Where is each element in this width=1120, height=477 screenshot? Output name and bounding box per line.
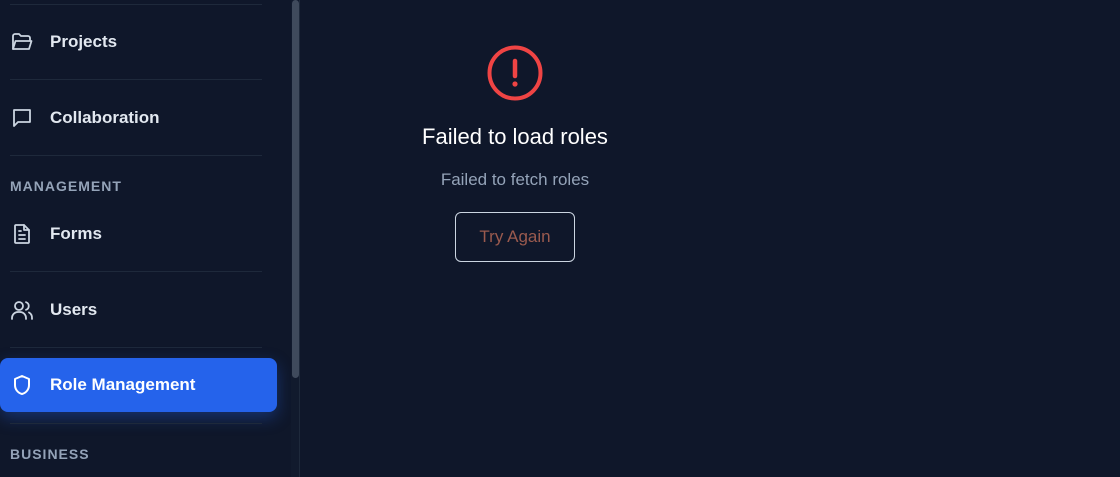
shield-icon [10, 373, 34, 397]
sidebar-divider [10, 347, 262, 348]
sidebar-divider [10, 4, 262, 5]
sidebar-item-label: Users [50, 300, 98, 319]
app-root: Projects Collaboration MANAGEMENT Forms [0, 0, 1120, 477]
section-label-business: BUSINESS [10, 446, 90, 462]
try-again-button[interactable]: Try Again [455, 212, 575, 262]
users-icon [10, 298, 34, 322]
sidebar-item-label: Role Management [50, 375, 196, 394]
alert-circle-icon [486, 44, 544, 102]
main-content: Failed to load roles Failed to fetch rol… [300, 0, 1120, 477]
error-description: Failed to fetch roles [440, 170, 590, 189]
error-title: Failed to load roles [422, 124, 608, 149]
sidebar-item-users[interactable]: Users [0, 283, 277, 337]
sidebar-item-role-management[interactable]: Role Management [0, 358, 277, 412]
error-state: Failed to load roles Failed to fetch rol… [0, 44, 1030, 262]
sidebar-divider [10, 271, 262, 272]
sidebar-divider [10, 423, 262, 424]
